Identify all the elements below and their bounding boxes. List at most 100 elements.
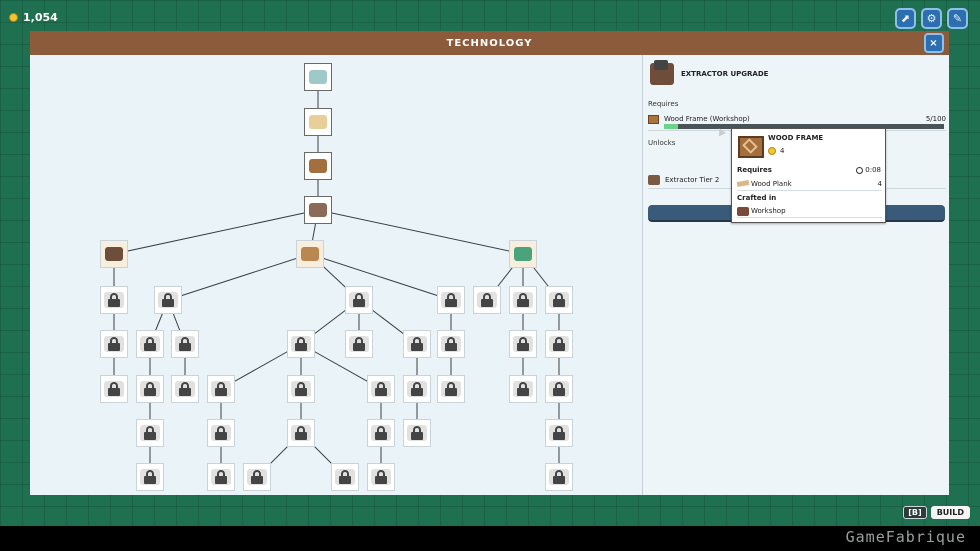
locked-tech-node[interactable] xyxy=(207,375,235,403)
locked-tech-node[interactable] xyxy=(509,330,537,358)
locked-tech-node[interactable] xyxy=(287,330,315,358)
build-button[interactable]: BUILD xyxy=(930,506,970,519)
tech-node[interactable] xyxy=(296,240,324,268)
locked-tech-node[interactable] xyxy=(545,463,573,491)
locked-tech-node[interactable] xyxy=(100,330,128,358)
tech-node[interactable] xyxy=(304,63,332,91)
locked-tech-node[interactable] xyxy=(367,463,395,491)
watermark: GameFabrique xyxy=(845,528,966,546)
lock-icon xyxy=(339,470,351,484)
tech-node[interactable] xyxy=(100,240,128,268)
codex-icon: ✎ xyxy=(952,12,963,25)
locked-tech-node[interactable] xyxy=(403,419,431,447)
wood-plank-icon xyxy=(309,115,327,129)
locked-tech-node[interactable] xyxy=(287,419,315,447)
extractor-tier-icon xyxy=(648,175,660,185)
locked-tech-node[interactable] xyxy=(545,330,573,358)
lock-icon xyxy=(144,426,156,440)
tooltip-title: WOOD FRAME xyxy=(768,134,824,142)
locked-tech-node[interactable] xyxy=(136,463,164,491)
locked-tech-node[interactable] xyxy=(100,286,128,314)
locked-tech-node[interactable] xyxy=(207,419,235,447)
tooltip-requires-label: Requires xyxy=(737,166,772,174)
crafted-in-label: Crafted in xyxy=(737,194,777,202)
tech-node[interactable] xyxy=(304,152,332,180)
settings-button[interactable]: ⚙ xyxy=(921,8,942,29)
locked-tech-node[interactable] xyxy=(100,375,128,403)
ingredient-name: Wood Plank xyxy=(751,180,792,188)
lock-icon xyxy=(215,470,227,484)
lock-icon xyxy=(179,337,191,351)
requirement-name: Wood Frame (Workshop) xyxy=(664,115,750,123)
locked-tech-node[interactable] xyxy=(171,375,199,403)
tree-connector xyxy=(309,253,452,301)
hud-buttons: ⬈ ⚙ ✎ xyxy=(895,8,968,29)
craft-time: 0:08 xyxy=(856,166,881,174)
tech-tree[interactable] xyxy=(30,55,642,495)
close-button[interactable]: × xyxy=(924,33,944,53)
locked-tech-node[interactable] xyxy=(243,463,271,491)
locked-tech-node[interactable] xyxy=(473,286,501,314)
extractor-icon xyxy=(650,60,674,85)
unlocks-label: Unlocks xyxy=(648,139,676,147)
locked-tech-node[interactable] xyxy=(136,375,164,403)
tooltip-cost: 4 xyxy=(780,147,785,155)
map-button[interactable]: ⬈ xyxy=(895,8,916,29)
lock-icon xyxy=(481,293,493,307)
lock-icon xyxy=(295,382,307,396)
lock-icon xyxy=(375,426,387,440)
codex-button[interactable]: ✎ xyxy=(947,8,968,29)
workshop-icon xyxy=(309,203,327,217)
lock-icon xyxy=(411,337,423,351)
locked-tech-node[interactable] xyxy=(437,375,465,403)
locked-tech-node[interactable] xyxy=(545,375,573,403)
lock-icon xyxy=(553,337,565,351)
lock-icon xyxy=(251,470,263,484)
locked-tech-node[interactable] xyxy=(136,419,164,447)
clock-icon xyxy=(856,166,864,174)
locked-tech-node[interactable] xyxy=(136,330,164,358)
locked-tech-node[interactable] xyxy=(545,286,573,314)
locked-tech-node[interactable] xyxy=(437,286,465,314)
craft-time-value: 0:08 xyxy=(865,166,881,174)
map-icon: ⬈ xyxy=(900,12,911,25)
lock-icon xyxy=(144,337,156,351)
requires-label: Requires xyxy=(648,100,679,108)
locked-tech-node[interactable] xyxy=(403,330,431,358)
lock-icon xyxy=(517,382,529,396)
lock-icon xyxy=(445,337,457,351)
locked-tech-node[interactable] xyxy=(509,375,537,403)
locked-tech-node[interactable] xyxy=(403,375,431,403)
lock-icon xyxy=(411,382,423,396)
wood-plank-icon xyxy=(736,179,750,188)
wood-frame-icon xyxy=(738,136,764,158)
coin-icon xyxy=(9,13,18,22)
locked-tech-node[interactable] xyxy=(331,463,359,491)
locked-tech-node[interactable] xyxy=(345,330,373,358)
lock-icon xyxy=(144,382,156,396)
tree-connector xyxy=(167,253,311,301)
build-bar: [B] BUILD xyxy=(903,506,970,519)
locked-tech-node[interactable] xyxy=(154,286,182,314)
tech-node[interactable] xyxy=(509,240,537,268)
locked-tech-node[interactable] xyxy=(509,286,537,314)
tech-node[interactable] xyxy=(304,196,332,224)
locked-tech-node[interactable] xyxy=(367,375,395,403)
locked-tech-node[interactable] xyxy=(545,419,573,447)
tech-node[interactable] xyxy=(304,108,332,136)
lock-icon xyxy=(215,426,227,440)
wood-frame-icon xyxy=(309,159,327,173)
locked-tech-node[interactable] xyxy=(171,330,199,358)
locked-tech-node[interactable] xyxy=(345,286,373,314)
locked-tech-node[interactable] xyxy=(207,463,235,491)
window-title: TECHNOLOGY xyxy=(446,37,533,49)
detail-title: EXTRACTOR UPGRADE xyxy=(681,70,769,78)
detail-panel: EXTRACTOR UPGRADE Requires Wood Frame (W… xyxy=(642,55,949,495)
coin-icon xyxy=(768,147,776,155)
locked-tech-node[interactable] xyxy=(437,330,465,358)
locked-tech-node[interactable] xyxy=(287,375,315,403)
coin-counter: 1,054 xyxy=(9,11,58,24)
locked-tech-node[interactable] xyxy=(367,419,395,447)
lock-icon xyxy=(179,382,191,396)
coin-amount: 1,054 xyxy=(23,11,58,24)
